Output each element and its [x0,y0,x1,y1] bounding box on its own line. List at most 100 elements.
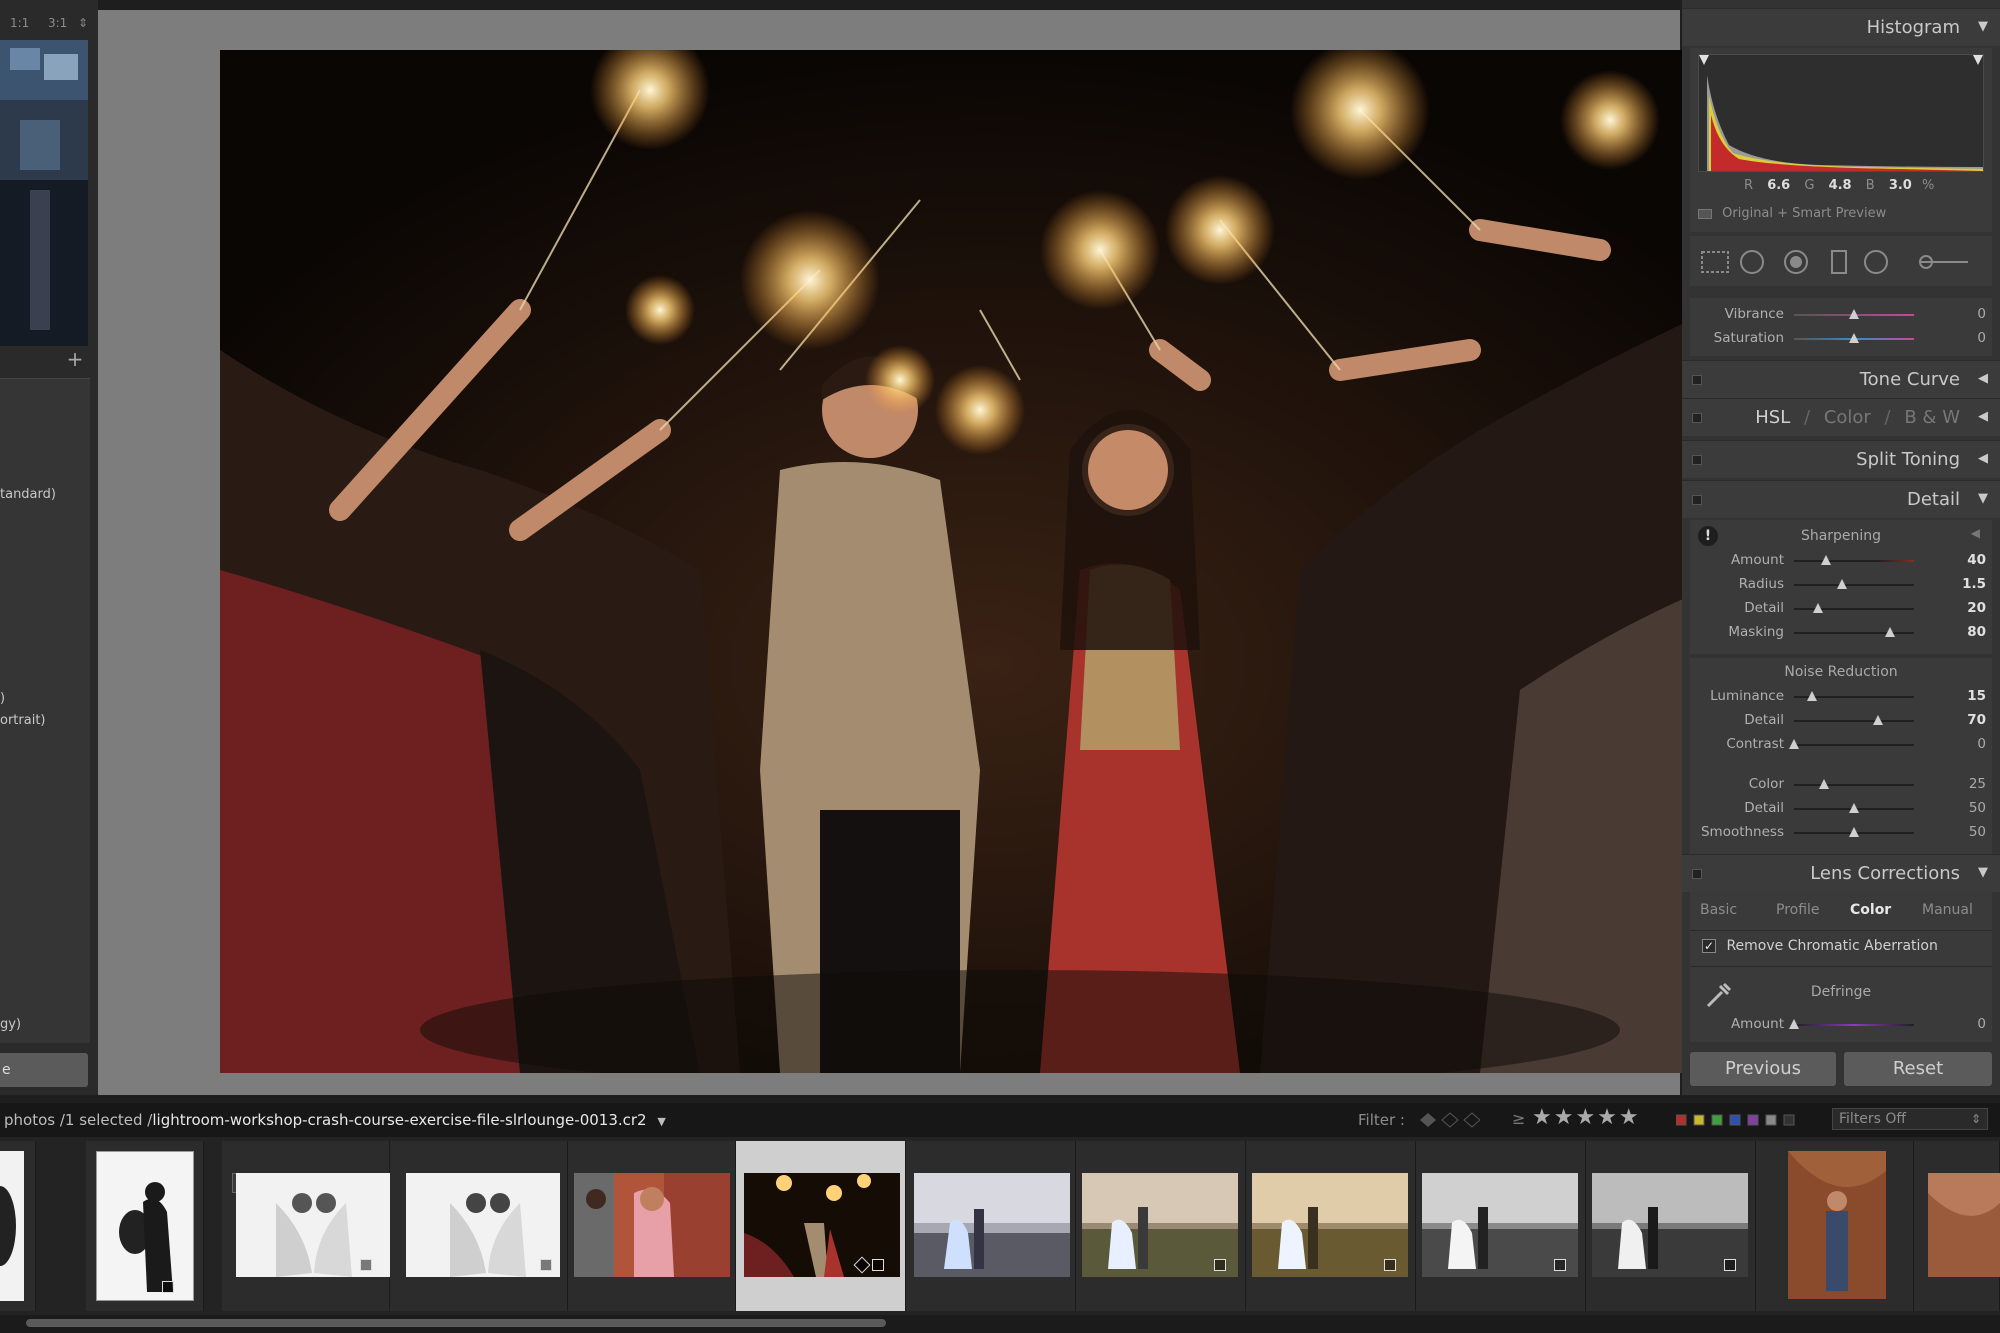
filmstrip-scrollbar[interactable] [0,1315,2000,1333]
expand-triangle-icon[interactable]: ◀ [1978,451,1988,466]
scrollbar-thumb[interactable] [26,1319,886,1327]
collapse-triangle-icon[interactable]: ▼ [1978,491,1988,506]
slider-track[interactable] [1794,691,1914,701]
vibrance-slider[interactable]: Vibrance 0 [1690,304,1992,326]
filmstrip-cell[interactable] [1586,1141,1756,1311]
slider-thumb[interactable] [1849,333,1859,343]
slider-value[interactable]: 15 [1967,688,1986,704]
expand-triangle-icon[interactable]: ◀ [1978,371,1988,386]
slider-track[interactable] [1794,603,1914,613]
color-label-filter[interactable] [1676,1113,1806,1127]
thumbnail[interactable] [1788,1151,1886,1299]
add-icon[interactable]: + [66,348,84,370]
slider-thumb[interactable] [1849,309,1859,319]
file-path[interactable]: lightroom-workshop-crash-course-exercise… [152,1111,646,1129]
slider-thumb[interactable] [1837,579,1847,589]
filmstrip-cell[interactable] [1076,1141,1246,1311]
main-photo[interactable] [220,50,1756,1073]
slider-track[interactable] [1794,715,1914,725]
color-detail-slider[interactable]: Detail 50 [1690,798,1992,820]
thumbnail[interactable] [0,1151,24,1301]
slider-thumb[interactable] [1885,627,1895,637]
color-noise-slider[interactable]: Color 25 [1690,774,1992,796]
smoothness-slider[interactable]: Smoothness 50 [1690,822,1992,844]
star-rating-filter[interactable]: ★★★★★ [1532,1105,1641,1130]
slider-thumb[interactable] [1849,827,1859,837]
greater-equal-icon[interactable]: ≥ [1512,1109,1525,1128]
slider-thumb[interactable] [1849,803,1859,813]
slider-value[interactable]: 70 [1967,712,1986,728]
panel-toggle-switch[interactable] [1692,869,1702,879]
filmstrip-cell[interactable]: 5 [906,1141,1076,1311]
slider-value[interactable]: 25 [1969,776,1986,792]
slider-value[interactable]: 20 [1967,600,1986,616]
filmstrip-cell[interactable] [1416,1141,1586,1311]
histogram-header[interactable]: Histogram ▼ [1682,8,2000,46]
list-item[interactable]: gy) [0,1017,21,1032]
sharpening-detail-slider[interactable]: Detail 20 [1690,598,1992,620]
slider-track[interactable] [1794,779,1914,789]
slider-value[interactable]: 40 [1967,552,1986,568]
slider-track[interactable] [1794,309,1914,319]
luminance-detail-slider[interactable]: Detail 70 [1690,710,1992,732]
tab-basic[interactable]: Basic [1700,902,1737,918]
slider-value[interactable]: 0 [1977,1016,1986,1032]
slider-track[interactable] [1794,579,1914,589]
panel-toggle-switch[interactable] [1692,375,1702,385]
smart-preview-status[interactable]: Original + Smart Preview [1698,206,1886,221]
thumbnail[interactable] [574,1173,730,1277]
chevron-down-icon[interactable]: ▼ [657,1115,665,1128]
luminance-contrast-slider[interactable]: Contrast 0 [1690,734,1992,756]
loupe-view[interactable] [98,10,1756,1095]
sharpening-amount-slider[interactable]: Amount 40 [1690,550,1992,572]
slider-track[interactable] [1794,627,1914,637]
slider-track[interactable] [1794,827,1914,837]
slider-thumb[interactable] [1873,715,1883,725]
defringe-amount-slider[interactable]: Amount 0 [1690,1014,1992,1036]
lens-corrections-header[interactable]: Lens Corrections ▼ [1682,854,2000,892]
previous-button[interactable]: Previous [1690,1052,1836,1086]
hsl-header[interactable]: HSL / Color / B & W ◀ [1682,398,2000,436]
slider-track[interactable] [1789,1019,1914,1029]
slider-value[interactable]: 1.5 [1962,576,1986,592]
slider-value[interactable]: 0 [1977,736,1986,752]
thumbnail[interactable] [96,1151,194,1301]
slider-value[interactable]: 50 [1969,800,1986,816]
left-panel-button[interactable]: e [0,1053,88,1087]
saturation-slider[interactable]: Saturation 0 [1690,328,1992,350]
zoom-3-1-option[interactable]: 3:1 [48,16,67,30]
slider-value[interactable]: 50 [1969,824,1986,840]
list-item[interactable]: tandard) [0,487,56,502]
expand-triangle-icon[interactable]: ◀ [1978,409,1988,424]
slider-thumb[interactable] [1819,779,1829,789]
collapse-triangle-icon[interactable]: ▼ [1978,865,1988,880]
list-item[interactable]: ) [0,691,5,706]
reset-button[interactable]: Reset [1844,1052,1992,1086]
filmstrip-cell[interactable]: 2 [222,1141,390,1311]
vibrance-value[interactable]: 0 [1977,306,1986,322]
slider-track[interactable] [1794,333,1914,343]
filmstrip-cell[interactable] [1246,1141,1416,1311]
zoom-1-1-option[interactable]: 1:1 [10,16,29,30]
histogram-graph[interactable] [1698,54,1984,172]
filmstrip-cell[interactable] [0,1141,36,1311]
hsl-tab[interactable]: HSL [1755,407,1790,428]
slider-thumb[interactable] [1821,555,1832,565]
slider-thumb[interactable] [1807,691,1817,701]
list-item[interactable]: ortrait) [0,713,46,728]
slider-track[interactable] [1789,739,1914,749]
slider-track[interactable] [1794,803,1914,813]
luminance-slider[interactable]: Luminance 15 [1690,686,1992,708]
checkbox-checked-icon[interactable]: ✓ [1702,939,1716,953]
slider-track[interactable] [1794,555,1914,565]
filmstrip-cell[interactable] [1914,1141,2000,1311]
navigator-preview[interactable] [0,40,88,346]
color-tab[interactable]: Color [1824,407,1871,428]
thumbnail[interactable] [914,1173,1070,1277]
slider-thumb[interactable] [1789,739,1799,749]
slider-thumb[interactable] [1813,603,1823,613]
flag-filter-icons[interactable] [1420,1109,1480,1131]
filmstrip-cell[interactable] [390,1141,568,1311]
filmstrip-cell[interactable] [568,1141,736,1311]
filmstrip-cell-selected[interactable] [736,1141,906,1311]
